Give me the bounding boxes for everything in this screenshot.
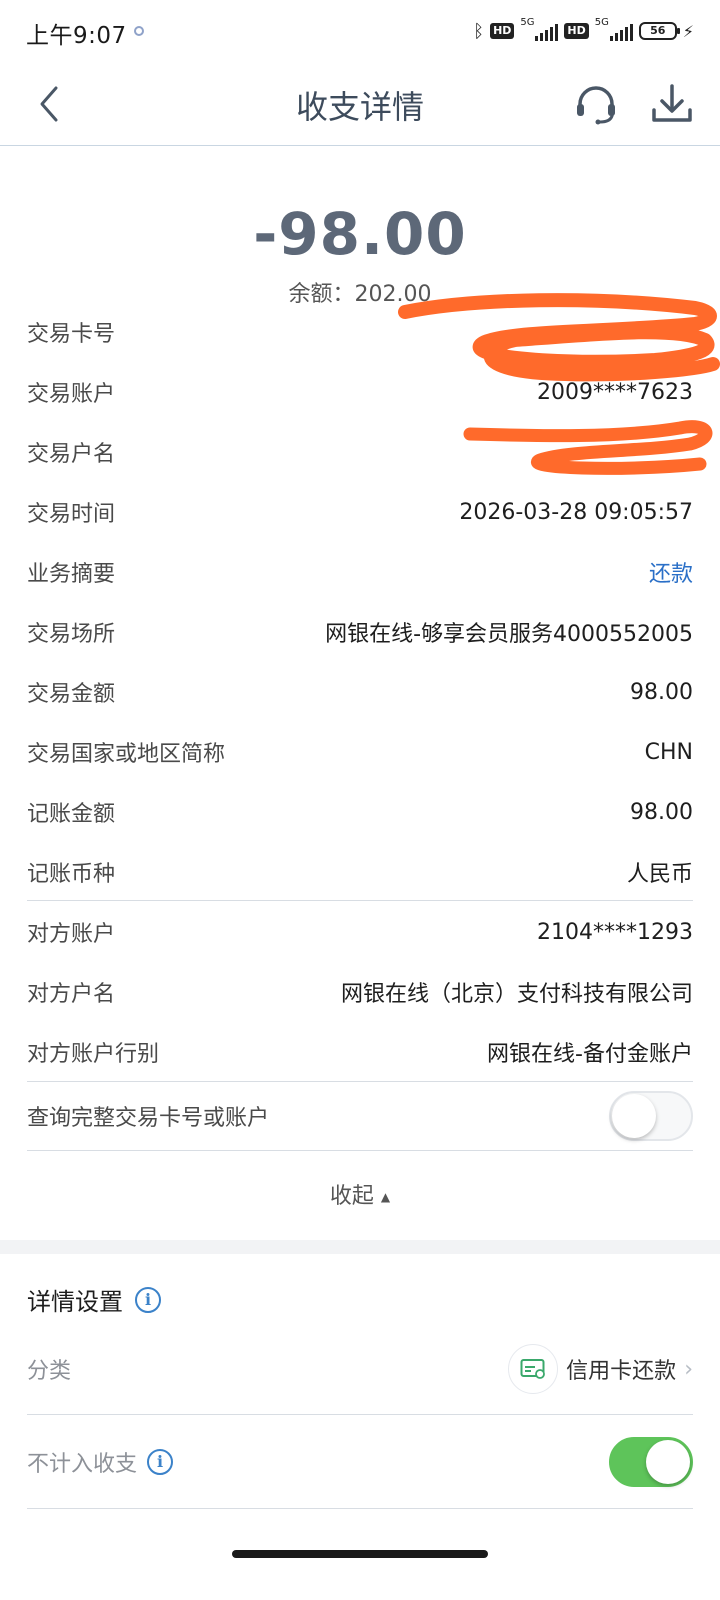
- signal-1-icon: 5G: [520, 17, 559, 43]
- transaction-amount: -98.00: [253, 200, 467, 268]
- battery-icon: 56: [638, 22, 680, 40]
- detail-value: CHN: [644, 739, 693, 765]
- full-number-toggle[interactable]: [609, 1091, 693, 1141]
- bluetooth-icon: ᛒ: [473, 20, 485, 42]
- detail-row: 交易账户 2009****7623: [27, 362, 693, 422]
- detail-label: 记账金额: [27, 802, 116, 827]
- detail-label: 业务摘要: [27, 562, 116, 587]
- detail-row: 交易国家或地区简称 CHN: [27, 722, 693, 782]
- full-number-row: 查询完整交易卡号或账户: [27, 1088, 693, 1144]
- divider: [27, 1414, 693, 1415]
- detail-value: 2009****7623: [537, 379, 693, 405]
- detail-label: 交易时间: [27, 502, 116, 527]
- category-value: 信用卡还款: [566, 1359, 677, 1384]
- hd-badge-2: HD: [564, 23, 589, 39]
- hd-badge: HD: [490, 23, 515, 39]
- full-number-label: 查询完整交易卡号或账户: [27, 1106, 270, 1131]
- detail-label: 对方账户行别: [27, 1042, 160, 1067]
- detail-label: 对方户名: [27, 982, 116, 1007]
- category-selector[interactable]: 信用卡还款 ›: [508, 1344, 693, 1394]
- detail-value: 2104****1293: [537, 919, 693, 945]
- detail-row: 记账币种 人民币: [27, 842, 693, 902]
- counterparty-row: 对方户名 网银在线（北京）支付科技有限公司: [27, 962, 693, 1022]
- detail-row: 记账金额 98.00: [27, 782, 693, 842]
- info-icon[interactable]: i: [147, 1449, 174, 1475]
- divider: [27, 1508, 693, 1509]
- triangle-up-icon: ▲: [380, 1190, 391, 1204]
- settings-title-row: 详情设置 i: [27, 1282, 161, 1317]
- detail-label: 记账币种: [27, 862, 116, 887]
- divider: [27, 1081, 693, 1082]
- category-row[interactable]: 分类 信用卡还款 ›: [27, 1342, 693, 1396]
- detail-value: 网银在线（北京）支付科技有限公司: [340, 982, 693, 1007]
- charging-icon: ⚡: [682, 21, 694, 41]
- detail-row: 交易时间 2026-03-28 09:05:57: [27, 482, 693, 542]
- category-label: 分类: [27, 1359, 72, 1384]
- detail-value: 98.00: [630, 799, 693, 825]
- exclude-row: 不计入收支 i: [27, 1434, 693, 1490]
- detail-row: 业务摘要 还款: [27, 542, 693, 602]
- collapse-button[interactable]: 收起 ▲: [0, 1178, 720, 1210]
- detail-label: 交易户名: [27, 442, 116, 467]
- notification-dot-icon: [134, 26, 144, 36]
- collapse-label: 收起: [329, 1184, 374, 1209]
- detail-row: 交易户名: [27, 422, 693, 482]
- detail-label: 交易账户: [27, 382, 116, 407]
- exclude-label: 不计入收支: [27, 1452, 138, 1477]
- summary-link[interactable]: 还款: [649, 556, 693, 588]
- signal-2-icon: 5G: [595, 17, 633, 43]
- detail-value: 人民币: [626, 862, 693, 887]
- detail-value: 2026-03-28 09:05:57: [459, 499, 693, 525]
- status-time: 上午9:07: [26, 23, 127, 49]
- info-icon[interactable]: i: [135, 1286, 161, 1313]
- headset-icon[interactable]: [572, 80, 620, 128]
- detail-label: 对方账户: [27, 922, 116, 947]
- settings-title: 详情设置: [27, 1288, 123, 1316]
- counterparty-row: 对方账户 2104****1293: [27, 902, 693, 962]
- detail-row: 交易金额 98.00: [27, 662, 693, 722]
- section-separator: [0, 1240, 720, 1254]
- home-indicator: [232, 1550, 488, 1558]
- detail-label: 交易金额: [27, 682, 116, 707]
- download-icon[interactable]: [648, 80, 696, 128]
- divider: [27, 1150, 693, 1151]
- detail-value: 网银在线-备付金账户: [487, 1042, 693, 1067]
- detail-value: 网银在线-够享会员服务4000552005: [325, 622, 693, 647]
- divider: [27, 900, 693, 901]
- detail-label: 交易国家或地区简称: [27, 742, 226, 767]
- detail-value: 98.00: [630, 679, 693, 705]
- detail-row: 交易场所 网银在线-够享会员服务4000552005: [27, 602, 693, 662]
- nav-bar: 收支详情: [0, 62, 720, 146]
- status-icons: ᛒ HD 5G HD 5G 56 ⚡: [473, 17, 694, 44]
- detail-row: 交易卡号: [27, 302, 693, 362]
- chevron-right-icon: ›: [684, 1356, 693, 1382]
- exclude-toggle[interactable]: [609, 1437, 693, 1487]
- detail-label: 交易场所: [27, 622, 116, 647]
- credit-card-icon: [508, 1344, 559, 1394]
- detail-label: 交易卡号: [27, 322, 116, 347]
- status-bar: 上午9:07 ᛒ HD 5G HD 5G 56 ⚡: [0, 0, 720, 62]
- counterparty-row: 对方账户行别 网银在线-备付金账户: [27, 1022, 693, 1082]
